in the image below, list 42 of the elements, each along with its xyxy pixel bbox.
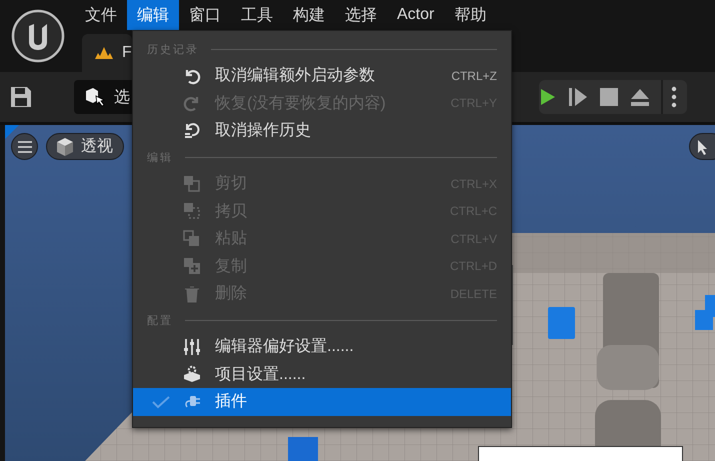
menu-section-heading: 历史记录: [147, 43, 199, 57]
cursor-icon: [697, 138, 709, 154]
level-icon: [94, 46, 114, 60]
menu-item[interactable]: 取消操作历史: [133, 117, 511, 145]
menu-item[interactable]: 工具: [231, 0, 283, 30]
trash-icon: [183, 284, 201, 303]
menu-icon: [18, 140, 32, 152]
document-tab[interactable]: F: [82, 34, 132, 72]
view-mode-button[interactable]: 透视: [46, 133, 124, 160]
menu-item[interactable]: 构建: [283, 0, 335, 30]
menu-section-heading: 配置: [147, 314, 173, 328]
cube-stack-drawing: [695, 295, 715, 330]
gear-box-icon: [183, 365, 201, 384]
menu-item[interactable]: 帮助: [444, 0, 496, 30]
undo-history-icon: [183, 122, 201, 140]
sliders-icon: [183, 338, 201, 356]
step-icon[interactable]: [567, 86, 589, 108]
menu-item[interactable]: 项目设置......: [133, 360, 511, 388]
menu-item[interactable]: 选择: [335, 0, 387, 30]
paste-icon: [183, 230, 201, 248]
menu-item[interactable]: 编辑器偏好设置......: [133, 332, 511, 360]
play-icon[interactable]: [539, 87, 557, 107]
save-icon[interactable]: [10, 86, 32, 108]
cube-icon: [55, 136, 75, 156]
corner-marker: [5, 125, 19, 139]
copy-icon: [183, 202, 201, 220]
menu-item[interactable]: Actor: [387, 0, 444, 30]
cube-drawing: [288, 437, 318, 461]
cube-drawing: [548, 307, 575, 339]
eject-icon[interactable]: [629, 87, 651, 107]
menu-item[interactable]: 文件: [75, 0, 127, 30]
duplicate-icon: [183, 257, 201, 276]
stop-icon[interactable]: [599, 87, 619, 107]
engine-logo-icon[interactable]: [10, 9, 64, 63]
menu-item[interactable]: 窗口: [179, 0, 231, 30]
cube-cursor-icon: [84, 86, 106, 108]
menu-item[interactable]: 插件: [133, 388, 511, 416]
redo-icon: [183, 94, 201, 112]
cut-icon: [183, 174, 201, 193]
menu-section-heading: 编辑: [147, 150, 173, 165]
menu-item[interactable]: 取消编辑额外启动参数 CTRL+Z: [133, 62, 511, 90]
menu-item[interactable]: 编辑: [127, 0, 179, 30]
